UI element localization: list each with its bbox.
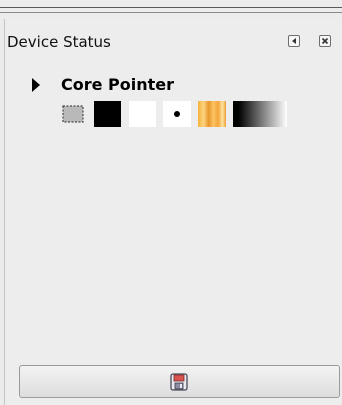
foreground-color-swatch[interactable] xyxy=(94,101,121,127)
background-color-swatch[interactable] xyxy=(129,101,156,127)
gradient-swatch[interactable] xyxy=(233,101,287,127)
close-icon xyxy=(321,37,329,45)
device-status-panel: Device Status Core Pointer xyxy=(4,19,341,405)
rectangle-select-icon xyxy=(62,105,84,123)
tab-menu-icon xyxy=(292,38,296,44)
top-divider-secondary xyxy=(0,12,342,13)
brush-swatch[interactable] xyxy=(163,101,191,127)
current-tool-swatch[interactable] xyxy=(62,101,84,127)
top-edge xyxy=(0,0,342,16)
save-device-status-button[interactable] xyxy=(19,365,340,398)
panel-title: Device Status xyxy=(7,33,111,51)
top-divider xyxy=(0,7,342,8)
tab-menu-button[interactable] xyxy=(288,35,300,47)
save-device-status-icon xyxy=(170,373,188,391)
pattern-swatch[interactable] xyxy=(198,101,226,127)
device-name: Core Pointer xyxy=(61,75,175,94)
close-panel-button[interactable] xyxy=(319,35,331,47)
panel-header: Device Status xyxy=(5,19,341,63)
round-brush-icon xyxy=(174,111,180,117)
expander-triangle-icon[interactable] xyxy=(31,78,41,92)
